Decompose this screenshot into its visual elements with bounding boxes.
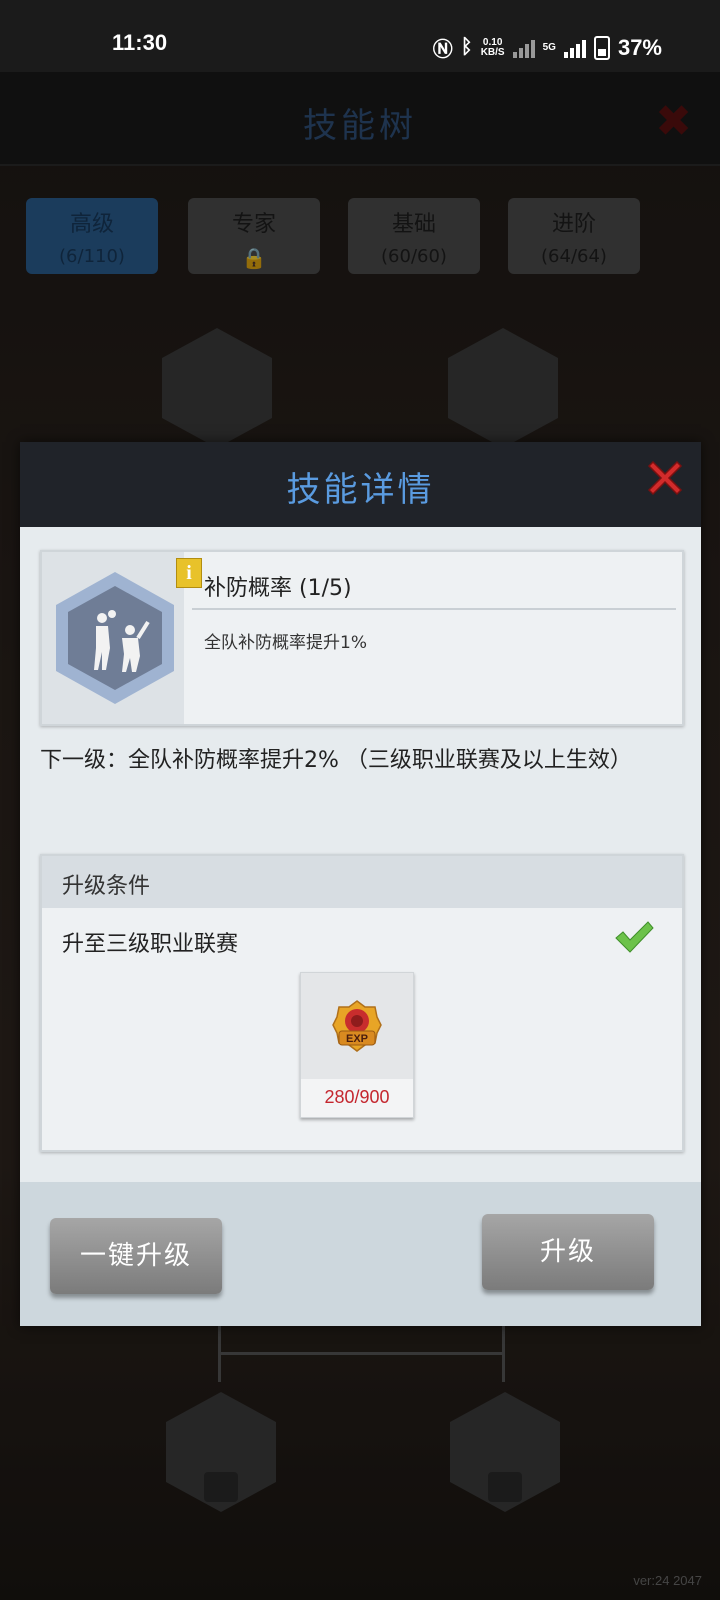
next-level-text: 下一级：全队补防概率提升2% （三级职业联赛及以上生效） [40, 748, 632, 773]
skill-description: 全队补防概率提升1% [204, 633, 367, 653]
condition-text: 升至三级职业联赛 [62, 932, 239, 957]
exp-icon: EXP [332, 1000, 382, 1052]
svg-text:EXP: EXP [346, 1033, 368, 1045]
skill-info-card: i 补防概率 (1/5) 全队补防概率提升1% [40, 550, 684, 726]
upgrade-button[interactable]: 升级 [482, 1214, 654, 1290]
checkmark-icon [615, 921, 654, 953]
bluetooth-icon: ᛒ [460, 36, 473, 58]
divider [192, 608, 676, 610]
conditions-header: 升级条件 [42, 856, 682, 908]
one-click-upgrade-button[interactable]: 一键升级 [50, 1218, 222, 1294]
skill-detail-dialog: 技能详情 i 补防概率 (1/5) 全队补防概率提升1% 下一级：全队补防概率提… [20, 442, 701, 1326]
signal-icon-sim2 [563, 38, 586, 58]
skill-name: 补防概率 (1/5) [204, 576, 352, 601]
exp-cost-card[interactable]: EXP 280/900 [300, 972, 414, 1118]
exp-count: 280/900 [324, 1087, 390, 1107]
battery-icon [593, 35, 610, 60]
network-speed: 0.10 KB/S [480, 36, 505, 58]
status-icons: Ⓝ ᛒ 0.10 KB/S 5G 37% [433, 33, 662, 62]
clock: 11:30 [112, 30, 168, 55]
status-bar: 11:30 Ⓝ ᛒ 0.10 KB/S 5G 37% [0, 0, 720, 72]
close-icon[interactable] [643, 456, 687, 500]
battery-level: 37% [617, 34, 662, 60]
nfc-icon: Ⓝ [432, 39, 453, 61]
conditions-title: 升级条件 [62, 874, 151, 899]
network-type: 5G [542, 42, 556, 53]
skill-icon-box [42, 552, 184, 724]
dialog-header: 技能详情 [20, 442, 701, 527]
info-icon[interactable]: i [176, 558, 202, 588]
dialog-title: 技能详情 [286, 470, 435, 510]
defense-players-icon [94, 610, 150, 672]
upgrade-conditions-panel: 升级条件 升至三级职业联赛 EXP 280/900 [40, 854, 684, 1152]
signal-icon-sim1 [512, 38, 535, 58]
dialog-footer: 一键升级 升级 [20, 1182, 701, 1326]
